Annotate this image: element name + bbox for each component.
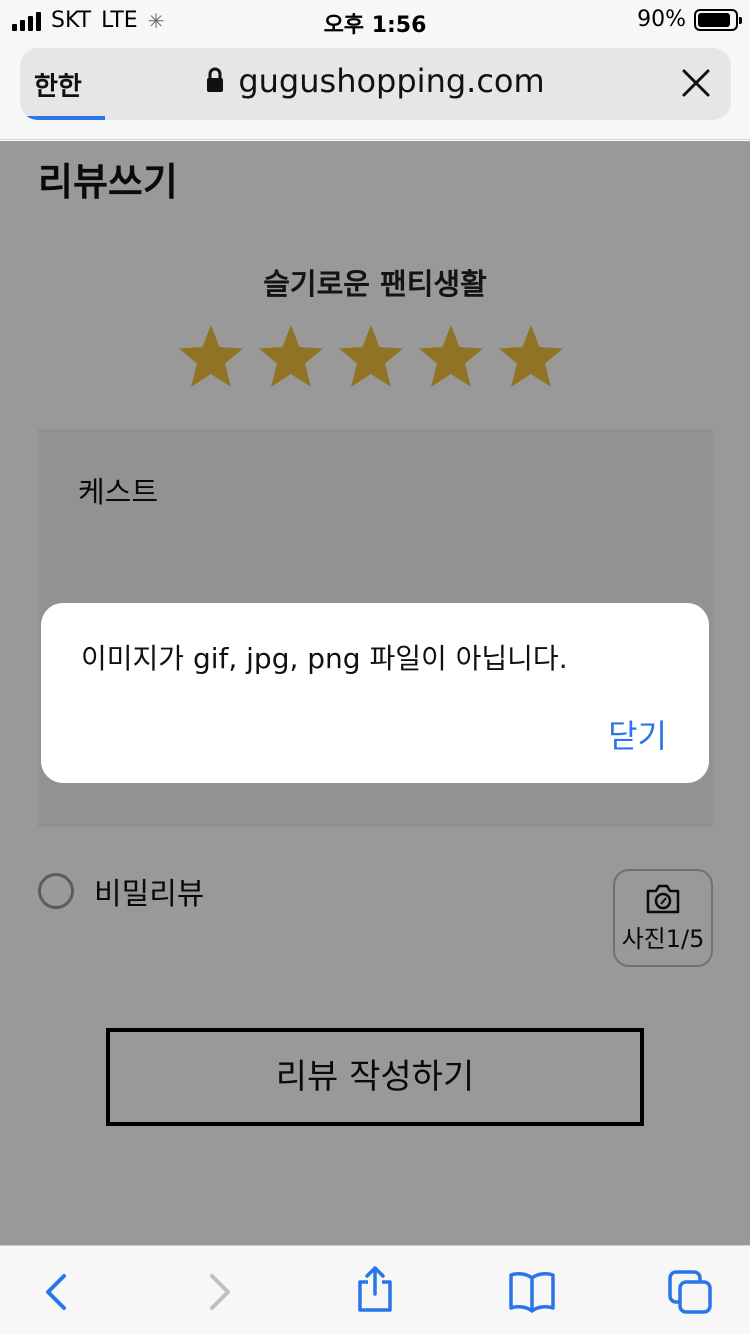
lock-icon [207, 67, 224, 92]
address-bar-area: 한한 gugushopping.com [0, 40, 750, 140]
share-icon[interactable] [351, 1264, 399, 1312]
page-load-progress [20, 116, 106, 120]
battery-fill [698, 12, 731, 27]
close-icon[interactable] [679, 66, 713, 100]
battery-icon [694, 8, 742, 31]
url-display[interactable]: gugushopping.com [20, 62, 731, 100]
browser-toolbar [0, 1245, 750, 1334]
tabs-icon[interactable] [666, 1268, 714, 1316]
url-text: gugushopping.com [238, 62, 545, 100]
back-icon[interactable] [34, 1268, 82, 1316]
battery-percent: 90% [637, 7, 686, 32]
status-bar: SKT LTE ✳ 오후 1:56 90% [0, 0, 750, 40]
forward-icon[interactable] [194, 1268, 242, 1316]
address-bar[interactable]: 한한 gugushopping.com [20, 48, 731, 120]
status-right: 90% [637, 7, 742, 32]
bookmarks-icon[interactable] [508, 1268, 556, 1316]
alert-message: 이미지가 gif, jpg, png 파일이 아닙니다. [81, 642, 568, 675]
alert-dialog: 이미지가 gif, jpg, png 파일이 아닙니다. 닫기 [41, 603, 709, 783]
alert-close-button[interactable]: 닫기 [608, 711, 667, 757]
